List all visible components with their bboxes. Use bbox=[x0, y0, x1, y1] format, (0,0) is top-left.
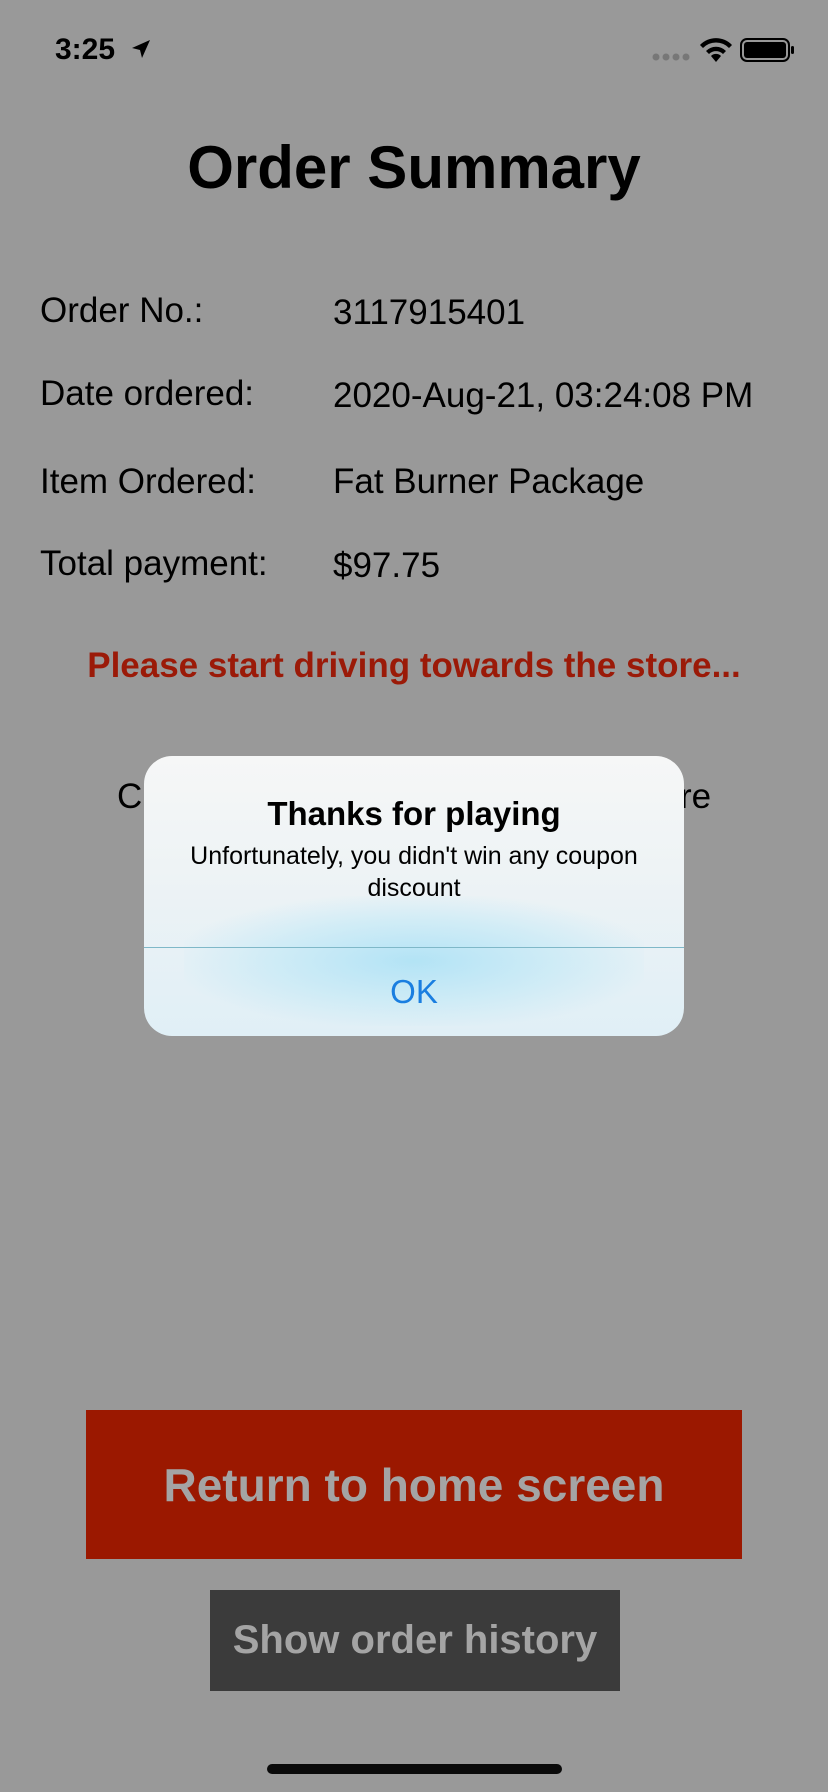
date-ordered-value: 2020-Aug-21, 03:24:08 PM bbox=[333, 376, 754, 415]
driving-notice: Please start driving towards the store..… bbox=[87, 646, 741, 685]
wifi-icon bbox=[700, 38, 732, 62]
alert-dialog: Thanks for playing Unfortunately, you di… bbox=[144, 756, 684, 1036]
order-number-value: 3117915401 bbox=[333, 293, 526, 332]
home-indicator[interactable] bbox=[267, 1764, 562, 1774]
show-order-history-button[interactable]: Show order history bbox=[210, 1590, 620, 1691]
obscured-text-right: re bbox=[680, 777, 712, 816]
return-home-button[interactable]: Return to home screen bbox=[86, 1410, 742, 1559]
location-arrow-icon bbox=[132, 40, 150, 58]
status-time: 3:25 bbox=[55, 33, 116, 66]
order-number-label: Order No.: bbox=[40, 291, 204, 330]
date-ordered-label: Date ordered: bbox=[40, 374, 255, 413]
obscured-text-left: C bbox=[117, 777, 143, 816]
alert-ok-button[interactable]: OK bbox=[144, 948, 684, 1036]
total-payment-value: $97.75 bbox=[333, 546, 441, 585]
alert-title: Thanks for playing bbox=[267, 795, 561, 832]
total-payment-label: Total payment: bbox=[40, 544, 268, 583]
cellular-signal-icon bbox=[652, 53, 690, 61]
item-ordered-label: Item Ordered: bbox=[40, 462, 256, 501]
page-title: Order Summary bbox=[187, 134, 641, 201]
alert-message: Unfortunately, you didn't win any coupon… bbox=[190, 842, 638, 902]
item-ordered-value: Fat Burner Package bbox=[333, 462, 645, 501]
battery-icon bbox=[740, 38, 794, 62]
